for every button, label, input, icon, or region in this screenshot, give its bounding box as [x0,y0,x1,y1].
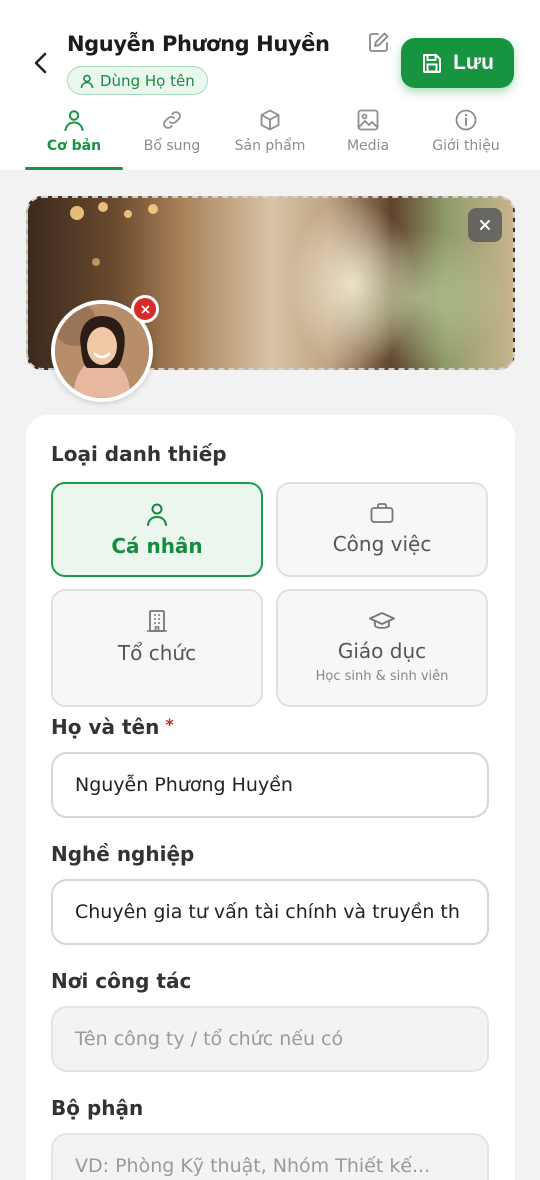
save-label: Lưu [453,51,494,74]
workplace-input[interactable]: Tên công ty / tổ chức nếu có [51,1006,489,1072]
badge-label: Dùng Họ tên [100,71,195,90]
image-icon [357,109,379,131]
tab-products[interactable]: Sản phẩm [221,104,319,170]
close-icon [480,220,490,230]
floppy-disk-icon [423,54,442,73]
card-type-label: Loại danh thiếp [51,442,227,466]
edit-name-button[interactable] [368,31,390,53]
building-icon [147,610,167,632]
tab-label: Bổ sung [143,138,201,154]
type-option-subtitle: Học sinh & sinh viên [315,669,449,684]
occupation-label: Nghề nghiệp [51,842,195,866]
person-icon [64,110,84,131]
save-button[interactable]: Lưu [401,38,514,88]
back-button[interactable] [28,50,54,76]
tab-about[interactable]: Giới thiệu [417,104,515,170]
workplace-label: Nơi công tác [51,969,192,993]
full-name-input[interactable]: Nguyễn Phương Huyền [51,752,489,818]
profile-name: Nguyễn Phương Huyền [67,32,330,56]
occupation-input[interactable]: Chuyên gia tư vấn tài chính và truyền th [51,879,489,945]
top-header: Nguyễn Phương Huyền Dùng Họ tên Lưu Cơ b… [0,0,540,170]
type-option-work[interactable]: Công việc [276,482,488,577]
department-label: Bộ phận [51,1096,144,1120]
tab-bar: Cơ bản Bổ sung Sản phẩm Media Giới thiệu [25,104,515,170]
close-icon [141,305,149,313]
tab-basic[interactable]: Cơ bản [25,104,123,170]
tab-extra[interactable]: Bổ sung [123,104,221,170]
box-icon [260,109,280,131]
tab-label: Cơ bản [46,138,102,154]
type-option-organization[interactable]: Tổ chức [51,589,263,707]
remove-avatar-button[interactable] [131,295,159,323]
use-full-name-badge[interactable]: Dùng Họ tên [67,66,208,95]
briefcase-icon [370,503,394,523]
person-icon [147,503,167,526]
person-icon [80,74,94,88]
tab-label: Media [346,138,390,154]
type-option-title: Công việc [332,532,432,556]
type-option-personal[interactable]: Cá nhân [51,482,263,577]
link-icon [163,111,181,129]
type-option-title: Giáo dục [337,639,427,663]
department-input[interactable]: VD: Phòng Kỹ thuật, Nhóm Thiết kế... [51,1133,489,1180]
full-name-label: Họ và tên * [51,715,174,739]
required-mark: * [165,715,174,734]
type-option-title: Cá nhân [111,534,203,558]
tab-label: Giới thiệu [432,138,500,154]
graduation-cap-icon [369,612,395,629]
remove-cover-button[interactable] [468,208,502,242]
type-option-title: Tổ chức [117,641,197,665]
type-option-education[interactable]: Giáo dục Học sinh & sinh viên [276,589,488,707]
tab-media[interactable]: Media [319,104,417,170]
info-icon [455,109,477,131]
tab-label: Sản phẩm [234,138,306,154]
chevron-left-icon [34,52,47,74]
pencil-square-icon [369,32,389,52]
